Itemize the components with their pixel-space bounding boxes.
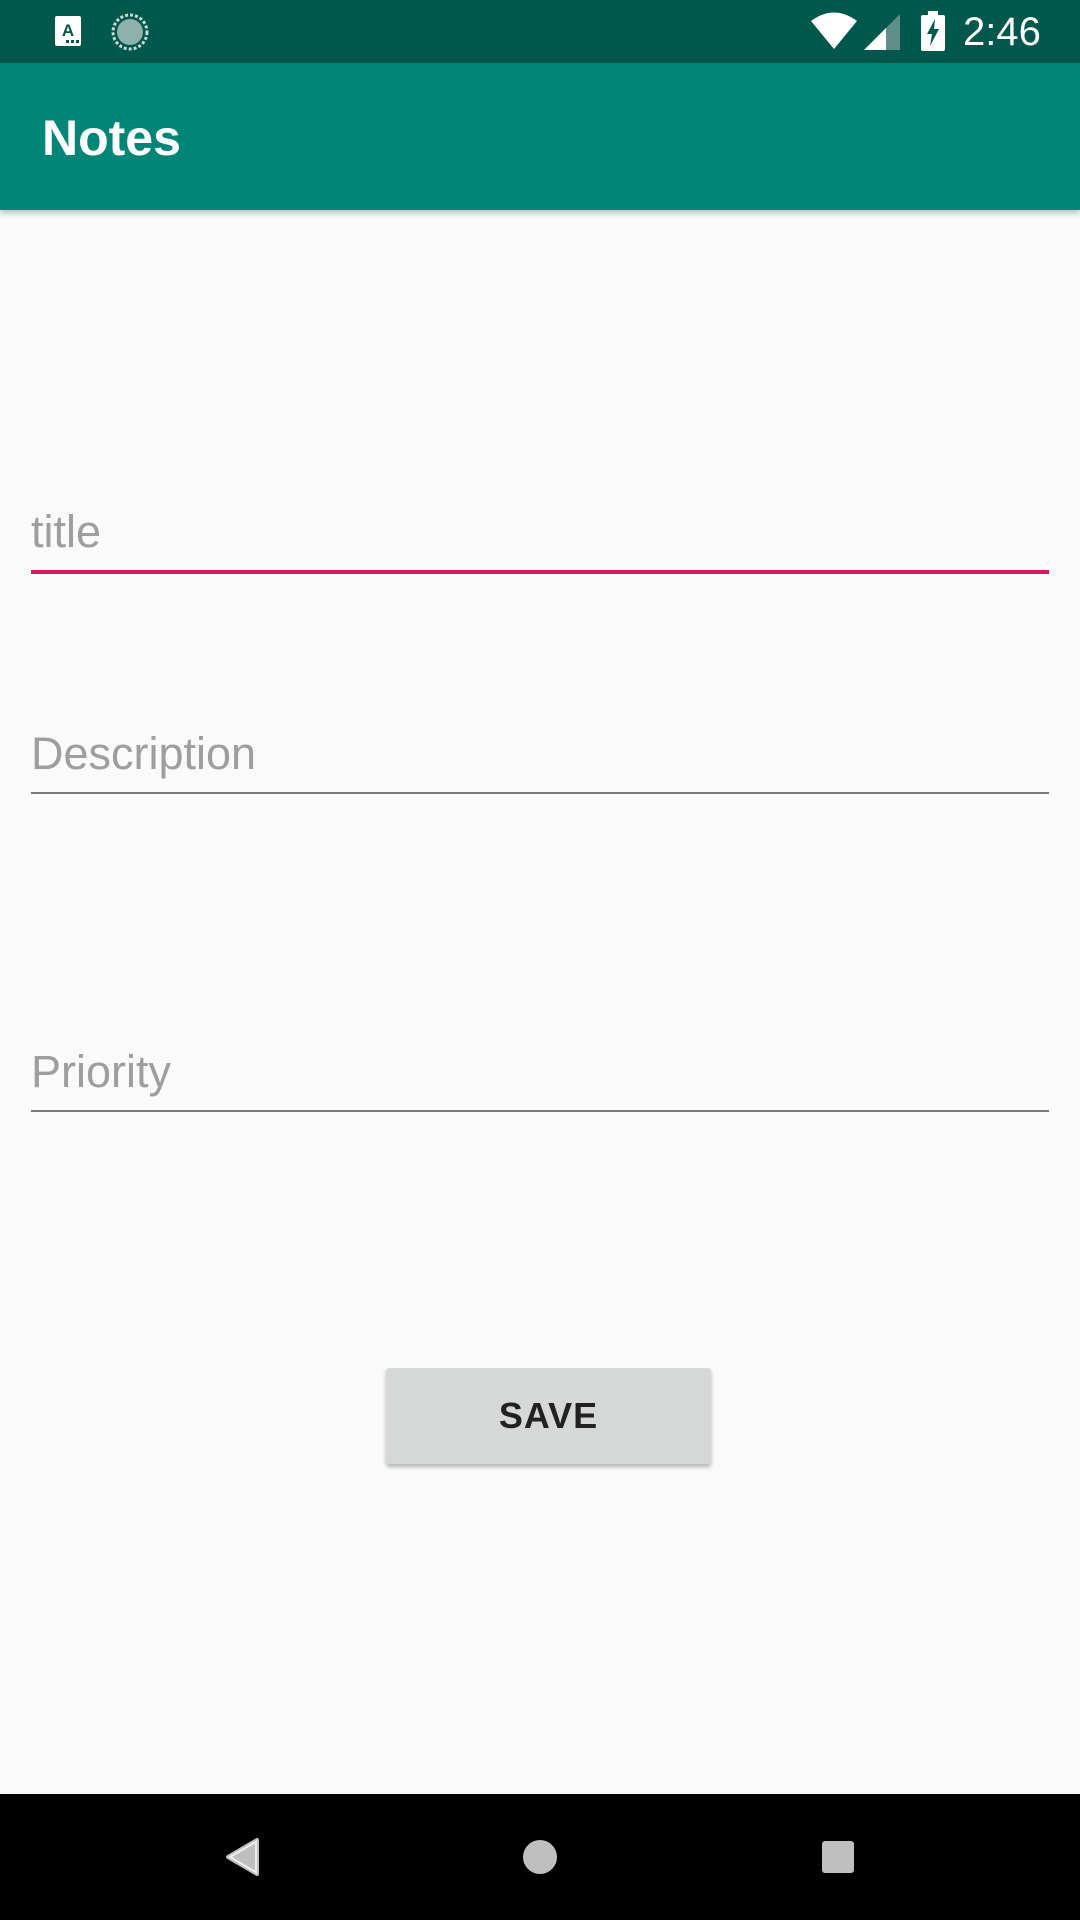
battery-charging-icon — [921, 11, 945, 51]
title-input[interactable] — [31, 502, 1049, 562]
app-bar: Notes — [0, 63, 1080, 210]
description-input[interactable] — [31, 724, 1049, 784]
recents-icon[interactable] — [808, 1827, 868, 1887]
spinner-icon — [111, 13, 149, 51]
navigation-bar — [0, 1794, 1080, 1920]
wifi-icon — [811, 12, 857, 49]
back-icon[interactable] — [212, 1827, 272, 1887]
signal-icon — [864, 14, 900, 50]
svg-text:A: A — [62, 21, 74, 40]
priority-underline — [31, 1110, 1049, 1112]
title-underline — [31, 570, 1049, 574]
description-underline — [31, 792, 1049, 794]
title-field[interactable] — [31, 502, 1049, 574]
description-field[interactable] — [31, 724, 1049, 794]
priority-input[interactable] — [31, 1042, 1049, 1102]
save-button[interactable]: SAVE — [386, 1368, 711, 1464]
priority-field[interactable] — [31, 1042, 1049, 1112]
home-icon[interactable] — [510, 1827, 570, 1887]
app-title: Notes — [42, 110, 181, 166]
status-bar: A 2:46 — [0, 0, 1080, 63]
a-box-icon: A — [55, 16, 81, 46]
status-time: 2:46 — [963, 10, 1041, 54]
